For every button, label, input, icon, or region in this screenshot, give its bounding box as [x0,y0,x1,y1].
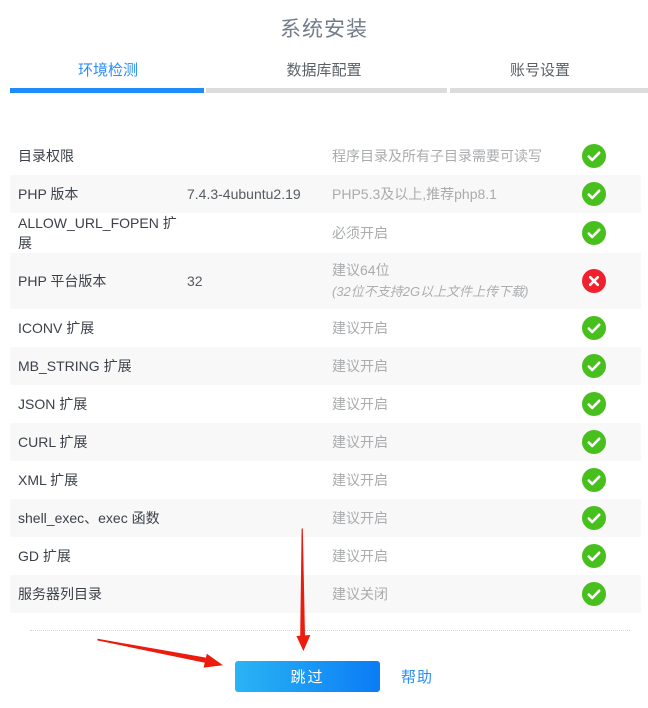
check-row: MB_STRING 扩展 建议开启 [10,347,641,385]
check-requirement: 建议开启 [332,394,582,415]
check-fail-icon [582,269,606,293]
check-name: XML 扩展 [18,470,187,490]
check-requirement: 建议开启 [332,546,582,567]
check-value: 7.4.3-4ubuntu2.19 [187,186,332,202]
check-row: PHP 版本 7.4.3-4ubuntu2.19 PHP5.3及以上,推荐php… [10,175,641,213]
check-requirement-text: 建议开启 [332,318,582,339]
check-note: (32位不支持2G以上文件上传下载) [332,281,582,302]
check-success-icon [582,430,606,454]
status-cell [582,221,606,245]
check-success-icon [582,316,606,340]
status-cell [582,354,606,378]
check-requirement-text: 建议开启 [332,470,582,491]
tab-database-config[interactable]: 数据库配置 [216,59,432,83]
skip-button[interactable]: 跳过 [235,661,380,692]
check-requirement: 程序目录及所有子目录需要可读写 [332,146,582,167]
check-requirement: 建议开启 [332,318,582,339]
tab-bar: 环境检测 数据库配置 账号设置 [0,59,648,83]
check-requirement-text: 建议开启 [332,508,582,529]
check-row: GD 扩展 建议开启 [10,537,641,575]
check-requirement: 建议开启 [332,508,582,529]
check-row: JSON 扩展 建议开启 [10,385,641,423]
tab-account-settings[interactable]: 账号设置 [432,59,648,83]
check-requirement: 建议关闭 [332,584,582,605]
check-requirement-text: 建议开启 [332,432,582,453]
check-row: 服务器列目录 建议关闭 [10,575,641,613]
check-value: 32 [187,273,332,289]
check-row: shell_exec、exec 函数 建议开启 [10,499,641,537]
check-success-icon [582,182,606,206]
status-cell [582,144,606,168]
dotted-divider [30,630,630,631]
check-success-icon [582,506,606,530]
check-name: PHP 版本 [18,184,187,204]
check-requirement: 建议开启 [332,356,582,377]
help-link[interactable]: 帮助 [401,666,433,687]
check-success-icon [582,392,606,416]
check-name: ALLOW_URL_FOPEN 扩展 [18,213,187,253]
check-row: ICONV 扩展 建议开启 [10,309,641,347]
check-requirement-text: 建议64位 [332,260,582,281]
check-requirement: 建议开启 [332,470,582,491]
page-title: 系统安装 [0,0,648,43]
check-row: 目录权限 程序目录及所有子目录需要可读写 [10,137,641,175]
status-cell [582,316,606,340]
status-cell [582,182,606,206]
check-row: CURL 扩展 建议开启 [10,423,641,461]
footer-actions: 跳过 帮助 [10,661,648,692]
check-row: PHP 平台版本 32 建议64位 (32位不支持2G以上文件上传下载) [10,253,641,309]
progress-segment-1 [10,88,204,93]
progress-segment-3 [450,88,648,93]
check-requirement-text: 程序目录及所有子目录需要可读写 [332,146,582,167]
check-name: CURL 扩展 [18,432,187,452]
check-name: GD 扩展 [18,546,187,566]
progress-bar [0,88,648,93]
status-cell [582,582,606,606]
check-name: MB_STRING 扩展 [18,356,187,376]
check-success-icon [582,468,606,492]
status-cell [582,544,606,568]
check-requirement-text: 建议开启 [332,356,582,377]
check-name: PHP 平台版本 [18,271,187,291]
status-cell [582,468,606,492]
check-requirement: 建议64位 (32位不支持2G以上文件上传下载) [332,260,582,302]
check-requirement: PHP5.3及以上,推荐php8.1 [332,184,582,205]
environment-check-list: 目录权限 程序目录及所有子目录需要可读写 PHP 版本 7.4.3-4ubunt… [10,137,641,613]
check-requirement: 建议开启 [332,432,582,453]
progress-segment-2 [206,88,447,93]
check-name: ICONV 扩展 [18,318,187,338]
status-cell [582,269,606,293]
status-cell [582,392,606,416]
status-cell [582,506,606,530]
check-requirement-text: 建议开启 [332,394,582,415]
check-requirement-text: PHP5.3及以上,推荐php8.1 [332,184,582,205]
check-name: 服务器列目录 [18,584,187,604]
check-name: 目录权限 [18,146,187,166]
check-requirement-text: 建议开启 [332,546,582,567]
tab-environment-check[interactable]: 环境检测 [0,59,216,83]
check-success-icon [582,144,606,168]
check-row: XML 扩展 建议开启 [10,461,641,499]
check-success-icon [582,354,606,378]
install-wizard: 系统安装 环境检测 数据库配置 账号设置 目录权限 程序目录及所有子目录需要可读… [0,0,648,692]
check-success-icon [582,544,606,568]
check-requirement-text: 建议关闭 [332,584,582,605]
check-success-icon [582,582,606,606]
status-cell [582,430,606,454]
check-name: JSON 扩展 [18,394,187,414]
check-success-icon [582,221,606,245]
check-requirement-text: 必须开启 [332,223,582,244]
check-row: ALLOW_URL_FOPEN 扩展 必须开启 [10,213,641,253]
check-name: shell_exec、exec 函数 [18,508,187,528]
check-requirement: 必须开启 [332,223,582,244]
